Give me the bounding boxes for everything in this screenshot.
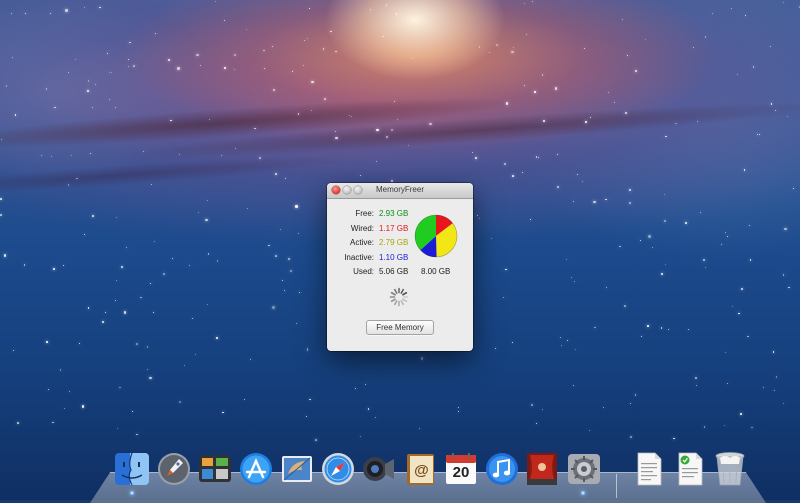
system-preferences-icon[interactable]	[565, 450, 603, 488]
mail-icon[interactable]	[278, 450, 316, 488]
stat-value: 1.17 GB	[379, 223, 409, 233]
free-memory-button[interactable]: Free Memory	[366, 320, 434, 335]
stat-value: 2.93 GB	[379, 209, 409, 218]
dock-separator	[616, 474, 617, 498]
facetime-icon[interactable]	[359, 450, 397, 488]
photo-booth-icon[interactable]	[523, 450, 561, 488]
stat-label: Free:	[355, 209, 374, 218]
window-titlebar[interactable]: MemoryFreer	[327, 183, 473, 199]
running-indicator-finder	[130, 491, 134, 495]
stat-value: 5.06 GB	[379, 267, 409, 276]
stat-value: 1.10 GB	[379, 252, 409, 262]
calendar-icon[interactable]: 20	[442, 450, 480, 488]
stat-value: 2.79 GB	[379, 238, 409, 247]
address-book-icon[interactable]: @	[401, 450, 439, 488]
stat-label: Active:	[349, 238, 374, 247]
stat-row-used: Used: 5.06 GB 8.00 GB	[327, 267, 473, 279]
launchpad-icon[interactable]	[155, 450, 193, 488]
stat-label: Inactive:	[344, 252, 374, 262]
memoryfreer-window[interactable]: MemoryFreer Free: 2.93 GB Wired: 1.17 GB…	[327, 183, 473, 351]
svg-text:@: @	[414, 462, 429, 479]
running-indicator-system-preferences	[581, 491, 585, 495]
calendar-day: 20	[452, 464, 470, 481]
total-memory-value: 8.00 GB	[421, 267, 451, 276]
itunes-icon[interactable]	[483, 450, 521, 488]
document-checked-icon[interactable]	[671, 450, 709, 488]
document-icon[interactable]	[630, 450, 668, 488]
app-store-icon[interactable]	[237, 450, 275, 488]
mission-control-icon[interactable]	[196, 450, 234, 488]
stat-label: Wired:	[350, 223, 374, 233]
finder-icon[interactable]	[113, 450, 151, 488]
trash-icon[interactable]	[711, 450, 749, 488]
stat-label: Used:	[353, 267, 374, 276]
safari-icon[interactable]	[319, 450, 357, 488]
loading-spinner-icon	[389, 287, 409, 307]
memory-pie-chart	[414, 214, 458, 258]
window-title: MemoryFreer	[375, 185, 424, 194]
